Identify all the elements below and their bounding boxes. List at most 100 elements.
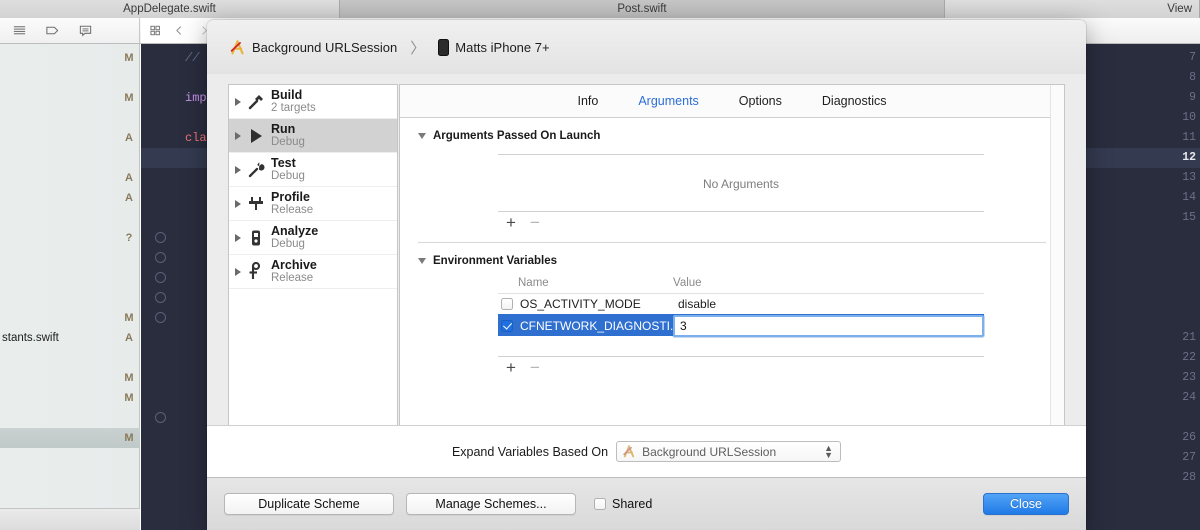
line-number: 21 bbox=[1182, 331, 1196, 344]
folded-line-marker-icon[interactable] bbox=[155, 292, 166, 303]
tab-info[interactable]: Info bbox=[575, 94, 600, 108]
folded-line-marker-icon[interactable] bbox=[155, 232, 166, 243]
arguments-list: No Arguments + − bbox=[498, 154, 984, 231]
play-icon bbox=[251, 128, 262, 143]
tag-icon[interactable] bbox=[45, 23, 60, 38]
env-variable-name[interactable]: OS_ACTIVITY_MODE bbox=[520, 297, 641, 311]
list-lines-icon[interactable] bbox=[12, 23, 27, 38]
folded-line-marker-icon[interactable] bbox=[155, 252, 166, 263]
tab-arguments[interactable]: Arguments bbox=[636, 94, 700, 108]
expand-variables-select[interactable]: Background URLSession ▲ ▼ bbox=[616, 441, 842, 462]
disclosure-triangle-icon[interactable] bbox=[418, 133, 426, 139]
scheme-action-subtitle: Debug bbox=[271, 136, 305, 149]
scheme-action-profile[interactable]: Profile Release bbox=[229, 187, 397, 221]
comment-icon[interactable] bbox=[78, 23, 93, 38]
line-number: 24 bbox=[1182, 391, 1196, 404]
env-variable-value[interactable]: 3 bbox=[673, 314, 984, 337]
scheme-action-run[interactable]: Run Debug bbox=[229, 119, 397, 153]
project-navigator[interactable]: M M A A A? Mstants.swift A M M M bbox=[0, 44, 140, 530]
editor-tab-view[interactable]: View bbox=[945, 0, 1200, 18]
navigator-row[interactable] bbox=[0, 348, 140, 368]
breadcrumb: Background URLSession 〉 Matts iPhone 7+ bbox=[229, 37, 550, 58]
navigator-status-badge: A bbox=[125, 332, 133, 344]
scheme-action-archive[interactable]: Archive Release bbox=[229, 255, 397, 289]
navigator-row[interactable]: M bbox=[0, 368, 140, 388]
navigator-row[interactable] bbox=[0, 288, 140, 308]
disclosure-triangle-icon[interactable] bbox=[235, 199, 241, 208]
navigator-row[interactable]: A bbox=[0, 128, 140, 148]
disclosure-triangle-icon[interactable] bbox=[235, 233, 241, 242]
navigator-row[interactable]: M bbox=[0, 428, 140, 448]
navigator-row[interactable] bbox=[0, 408, 140, 428]
tab-diagnostics[interactable]: Diagnostics bbox=[820, 94, 889, 108]
folded-line-marker-icon[interactable] bbox=[155, 412, 166, 423]
env-section-header[interactable]: Environment Variables bbox=[400, 243, 1064, 267]
disclosure-triangle-icon[interactable] bbox=[235, 165, 241, 174]
navigator-row[interactable]: M bbox=[0, 48, 140, 68]
navigator-row[interactable] bbox=[0, 268, 140, 288]
disclosure-triangle-icon[interactable] bbox=[235, 131, 241, 140]
navigator-row[interactable]: M bbox=[0, 88, 140, 108]
table-row[interactable]: OS_ACTIVITY_MODE disable bbox=[498, 293, 984, 314]
scheme-action-title: Archive bbox=[271, 257, 317, 272]
panel-scrollbar[interactable] bbox=[1050, 85, 1064, 476]
env-variable-checkbox[interactable] bbox=[501, 319, 513, 332]
remove-env-variable-button[interactable]: − bbox=[530, 359, 540, 376]
folded-line-marker-icon[interactable] bbox=[155, 312, 166, 323]
scheme-action-subtitle: Debug bbox=[271, 238, 305, 251]
table-row[interactable]: CFNETWORK_DIAGNOSTI... 3 bbox=[498, 314, 984, 337]
add-argument-button[interactable]: + bbox=[506, 214, 516, 231]
navigator-footer bbox=[0, 508, 140, 530]
scheme-action-analyze[interactable]: Analyze Debug bbox=[229, 221, 397, 255]
navigator-row[interactable]: stants.swift A bbox=[0, 328, 140, 348]
scheme-action-subtitle: Debug bbox=[271, 170, 305, 183]
folded-line-marker-icon[interactable] bbox=[155, 272, 166, 283]
close-button[interactable]: Close bbox=[983, 493, 1069, 515]
navigator-row[interactable] bbox=[0, 148, 140, 168]
disclosure-triangle-icon[interactable] bbox=[235, 97, 241, 106]
navigator-row[interactable] bbox=[0, 68, 140, 88]
editor-tab-post[interactable]: Post.swift bbox=[340, 0, 945, 18]
env-variable-value[interactable]: disable bbox=[673, 297, 984, 311]
duplicate-scheme-button[interactable]: Duplicate Scheme bbox=[224, 493, 394, 515]
scheme-action-build[interactable]: Build 2 targets bbox=[229, 85, 397, 119]
navigator-row[interactable]: A bbox=[0, 188, 140, 208]
disclosure-triangle-icon[interactable] bbox=[418, 258, 426, 264]
breadcrumb-scheme-name[interactable]: Background URLSession bbox=[252, 40, 397, 55]
column-header-value: Value bbox=[673, 277, 702, 289]
navigator-row[interactable]: A bbox=[0, 168, 140, 188]
manage-schemes-button[interactable]: Manage Schemes... bbox=[406, 493, 576, 515]
updown-arrows-icon[interactable]: ▲ ▼ bbox=[824, 444, 833, 460]
scheme-action-test[interactable]: Test Debug bbox=[229, 153, 397, 187]
env-variable-checkbox[interactable] bbox=[501, 298, 513, 310]
scheme-action-title: Build bbox=[271, 87, 303, 102]
breadcrumb-device-name[interactable]: Matts iPhone 7+ bbox=[455, 40, 549, 55]
arguments-section-header[interactable]: Arguments Passed On Launch bbox=[400, 118, 1064, 142]
scheme-action-list[interactable]: Build 2 targets Run Debug Test Debug Profile Re… bbox=[228, 84, 398, 477]
column-header-name: Name bbox=[518, 277, 549, 289]
table-header: Name Value bbox=[498, 277, 984, 293]
shared-checkbox-group[interactable]: Shared bbox=[594, 497, 652, 511]
navigator-filter-bar bbox=[0, 18, 140, 43]
shared-checkbox[interactable] bbox=[594, 498, 606, 510]
line-number: 26 bbox=[1182, 431, 1196, 444]
navigator-row[interactable]: M bbox=[0, 388, 140, 408]
arguments-section-title: Arguments Passed On Launch bbox=[433, 130, 601, 142]
navigator-row[interactable]: ? bbox=[0, 228, 140, 248]
add-env-variable-button[interactable]: + bbox=[506, 359, 516, 376]
navigator-row[interactable] bbox=[0, 108, 140, 128]
editor-tab-appdelegate[interactable]: AppDelegate.swift bbox=[0, 0, 340, 18]
navigator-row[interactable] bbox=[0, 248, 140, 268]
disclosure-triangle-icon[interactable] bbox=[235, 267, 241, 276]
tab-options[interactable]: Options bbox=[737, 94, 784, 108]
back-chevron-icon[interactable] bbox=[173, 23, 185, 38]
navigator-row[interactable] bbox=[0, 208, 140, 228]
grid-icon[interactable] bbox=[149, 23, 161, 38]
sheet-footer: Duplicate Scheme Manage Schemes... Share… bbox=[207, 477, 1086, 530]
remove-argument-button[interactable]: − bbox=[530, 214, 540, 231]
analyze-icon bbox=[252, 230, 260, 245]
navigator-status-badge: M bbox=[124, 92, 134, 104]
navigator-row[interactable]: M bbox=[0, 308, 140, 328]
code-line[interactable]: // bbox=[185, 48, 199, 68]
env-variable-name[interactable]: CFNETWORK_DIAGNOSTI... bbox=[520, 319, 673, 333]
